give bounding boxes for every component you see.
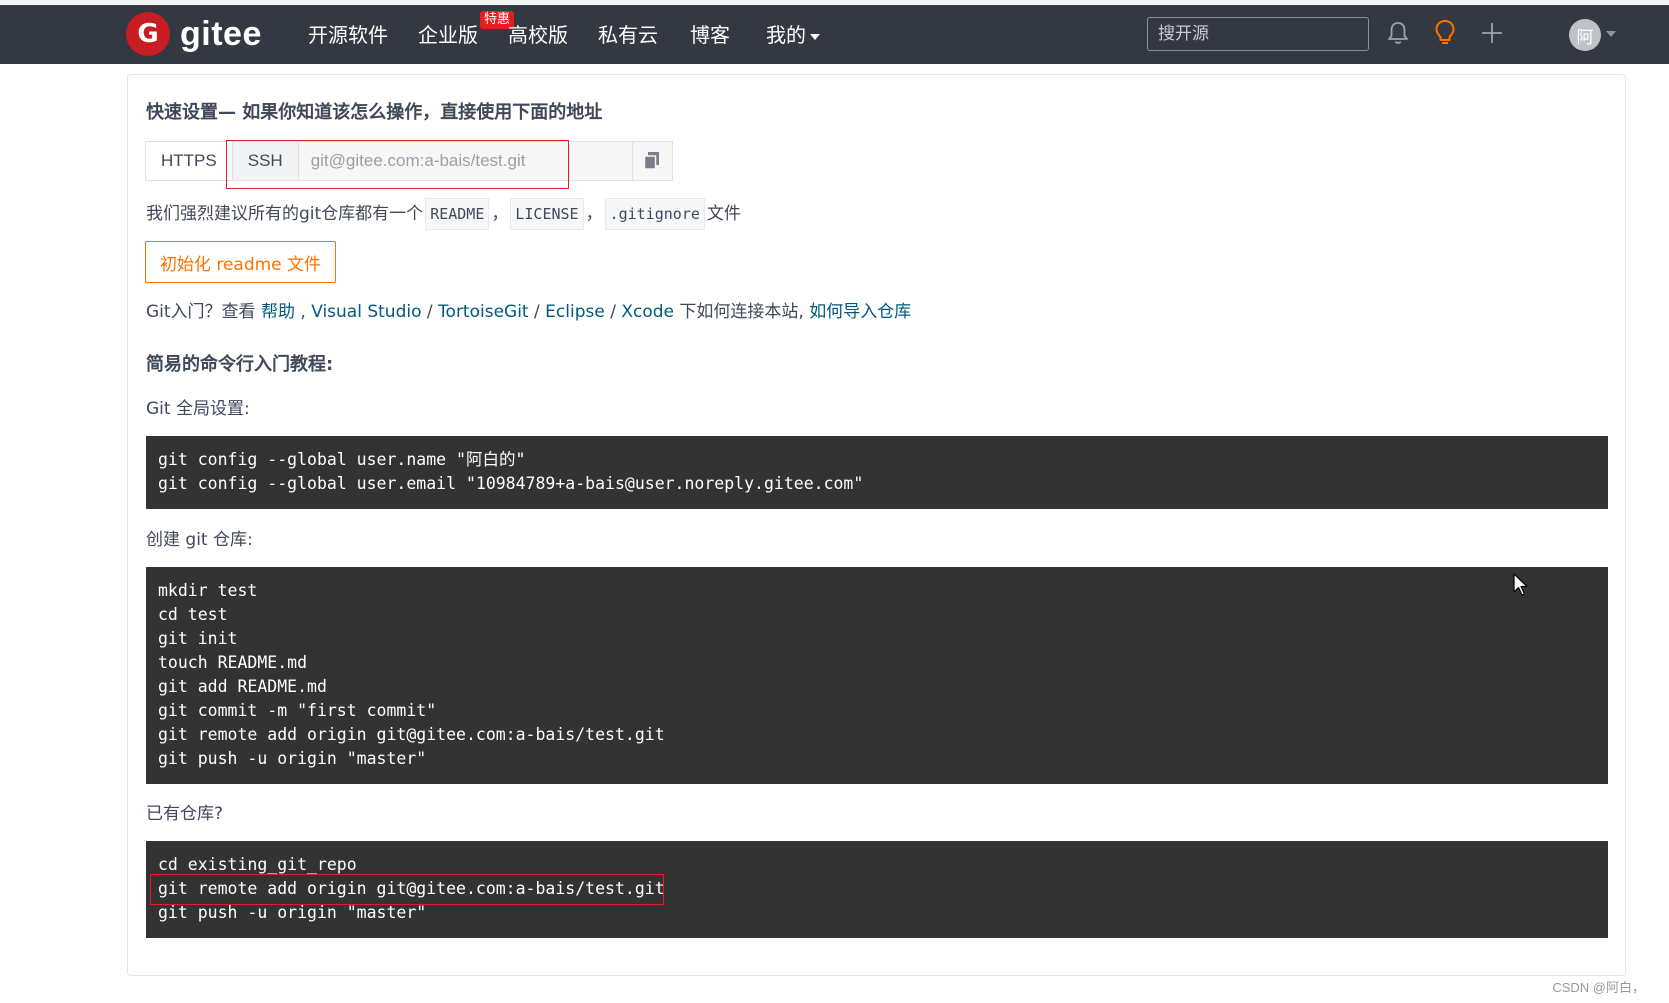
gitee-logo[interactable]: G gitee: [126, 12, 262, 56]
nav-item-enterprise[interactable]: 企业版: [418, 20, 478, 50]
separator: ,: [294, 302, 312, 322]
nav-item-education[interactable]: 高校版: [508, 20, 568, 50]
license-chip: LICENSE: [510, 198, 584, 230]
mouse-cursor-icon: [1513, 573, 1528, 596]
code-line: git commit -m "first commit": [158, 701, 437, 720]
existing-repo-label: 已有仓库?: [146, 804, 224, 824]
nav-item-mine-label: 我的: [766, 23, 806, 47]
clone-url-input[interactable]: [297, 141, 633, 181]
ssh-button[interactable]: SSH: [231, 141, 299, 181]
code-line: git config --global user.name "阿白的": [158, 450, 526, 469]
eclipse-link[interactable]: Eclipse: [545, 302, 605, 322]
code-line: git push -u origin "master": [158, 749, 427, 768]
logo-text: gitee: [180, 14, 262, 53]
global-setup-code-block[interactable]: git config --global user.name "阿白的" git …: [146, 436, 1608, 509]
getting-started-middle: 下如何连接本站,: [674, 302, 810, 322]
nav-item-mine[interactable]: 我的: [766, 20, 820, 50]
help-link[interactable]: 帮助: [261, 302, 295, 322]
https-button[interactable]: HTTPS: [145, 141, 233, 181]
import-repo-link[interactable]: 如何导入仓库: [809, 302, 911, 322]
recommend-suffix: 文件: [706, 204, 741, 224]
user-avatar[interactable]: 阿: [1569, 19, 1601, 51]
xcode-link[interactable]: Xcode: [621, 302, 674, 322]
gitignore-chip: .gitignore: [604, 198, 705, 230]
tutorial-title: 简易的命令行入门教程:: [146, 354, 334, 375]
code-line: git init: [158, 629, 238, 648]
init-readme-button[interactable]: 初始化 readme 文件: [145, 241, 336, 283]
getting-started-text: Git入门？查看 帮助 , Visual Studio / TortoiseGi…: [146, 299, 911, 325]
existing-repo-code-block[interactable]: cd existing_git_repo git remote add orig…: [146, 841, 1608, 938]
copy-icon: [643, 152, 660, 170]
code-line: git remote add origin git@gitee.com:a-ba…: [158, 725, 665, 744]
code-line: git remote add origin git@gitee.com:a-ba…: [158, 879, 665, 898]
global-setup-label: Git 全局设置:: [146, 399, 250, 419]
nav-item-private-cloud[interactable]: 私有云: [598, 20, 658, 50]
create-repo-label: 创建 git 仓库:: [146, 530, 253, 550]
visual-studio-link[interactable]: Visual Studio: [311, 302, 421, 322]
code-line: cd test: [158, 605, 228, 624]
chevron-down-icon[interactable]: [1606, 31, 1616, 37]
getting-started-prefix: Git入门？查看: [146, 302, 261, 322]
readme-chip: README: [425, 198, 490, 230]
separator: /: [421, 302, 439, 322]
separator: /: [528, 302, 546, 322]
code-line: cd existing_git_repo: [158, 855, 357, 874]
code-line: git add README.md: [158, 677, 327, 696]
tips-button[interactable]: [1430, 18, 1460, 48]
clone-url-group: HTTPS SSH: [145, 141, 673, 181]
chevron-down-icon: [810, 33, 820, 40]
create-new-button[interactable]: [1477, 18, 1507, 48]
separator: /: [604, 302, 622, 322]
create-repo-code-block[interactable]: mkdir test cd test git init touch README…: [146, 567, 1608, 784]
code-line: mkdir test: [158, 581, 258, 600]
recommend-files-text: 我们强烈建议所有的git仓库都有一个 README ， LICENSE ， .g…: [146, 198, 741, 230]
quick-setup-title: 快速设置— 如果你知道该怎么操作，直接使用下面的地址: [146, 102, 603, 123]
gitee-logo-icon: G: [126, 12, 170, 56]
separator: ，: [491, 204, 509, 224]
code-line: touch README.md: [158, 653, 308, 672]
code-line: git push -u origin "master": [158, 903, 427, 922]
nav-item-blog[interactable]: 博客: [690, 20, 730, 50]
tortoisegit-link[interactable]: TortoiseGit: [438, 302, 529, 322]
code-line: git config --global user.email "10984789…: [158, 474, 864, 493]
bell-icon: [1388, 22, 1408, 44]
recommend-prefix: 我们强烈建议所有的git仓库都有一个: [146, 204, 424, 224]
search-input[interactable]: [1147, 17, 1369, 51]
lightbulb-icon: [1435, 20, 1455, 44]
top-border: [0, 0, 1669, 5]
copy-url-button[interactable]: [632, 141, 673, 181]
csdn-watermark: CSDN @阿白，: [1552, 980, 1645, 995]
notifications-button[interactable]: [1383, 18, 1413, 48]
nav-item-open-source[interactable]: 开源软件: [308, 20, 388, 50]
separator: ，: [585, 204, 603, 224]
plus-icon: [1482, 23, 1502, 43]
